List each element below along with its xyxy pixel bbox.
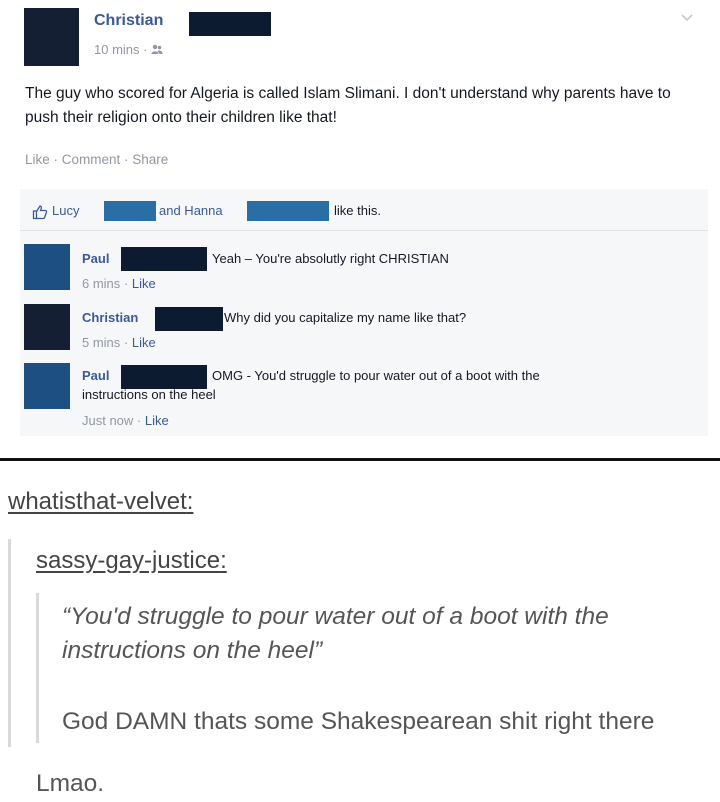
commenter-avatar[interactable]: [24, 363, 70, 409]
post-actions[interactable]: Like · Comment · Share: [25, 152, 168, 167]
likes-divider: [20, 230, 708, 231]
thumbs-up-icon: [32, 205, 48, 220]
comment-meta: Just now · Like: [82, 413, 169, 428]
op-comment: God DAMN thats some Shakespearean shit r…: [62, 708, 655, 735]
post-time[interactable]: 10 mins: [94, 42, 140, 57]
likes-suffix: like this.: [334, 203, 381, 218]
comments-panel: Lucy and Hanna like this. Paul Yeah – Yo…: [20, 189, 708, 436]
facebook-post: Christian 10 mins · The guy who scored f…: [0, 0, 720, 460]
comment-like-link[interactable]: Like: [132, 276, 156, 291]
comment-like-link[interactable]: Like: [132, 335, 156, 350]
reblog-comment: Lmao.: [36, 770, 105, 797]
post-text: The guy who scored for Algeria is called…: [25, 85, 671, 126]
redacted-surname: [121, 365, 207, 389]
colon: :: [186, 488, 194, 515]
reblogger-username[interactable]: whatisthat-velvet:: [8, 488, 193, 516]
redacted-surname: [189, 12, 271, 36]
redacted-surname: [121, 247, 207, 271]
comment-time[interactable]: 5 mins: [82, 335, 120, 350]
reblogger-link[interactable]: whatisthat-velvet: [8, 488, 187, 515]
liker-name-2[interactable]: and Hanna: [159, 203, 223, 218]
colon: :: [220, 547, 227, 574]
comment-like-link[interactable]: Like: [145, 413, 169, 428]
reblog-quote-bar: [8, 539, 11, 747]
commenter-name[interactable]: Paul: [82, 251, 109, 266]
liker-name-1[interactable]: Lucy: [52, 203, 79, 218]
redacted-surname: [155, 307, 223, 331]
nested-quote-bar: [36, 593, 39, 743]
comment-meta: 6 mins · Like: [82, 276, 156, 291]
commenter-name[interactable]: Paul: [82, 368, 109, 383]
post-meta: 10 mins ·: [94, 42, 163, 57]
comment-text: Why did you capitalize my name like that…: [224, 310, 467, 325]
author-avatar[interactable]: [24, 8, 79, 66]
quoted-text: “You'd struggle to pour water out of a b…: [62, 603, 609, 664]
redacted-liker-2: [247, 201, 329, 221]
comment-time[interactable]: Just now: [82, 413, 133, 428]
tumblr-reblog-thread: whatisthat-velvet: sassy-gay-justice: “Y…: [0, 461, 720, 802]
op-link[interactable]: sassy-gay-justice: [36, 547, 220, 574]
comment-text: Yeah – You're absolutly right CHRISTIAN: [212, 251, 449, 266]
commenter-avatar[interactable]: [24, 304, 70, 350]
chevron-down-icon[interactable]: [680, 10, 694, 24]
commenter-name[interactable]: Christian: [82, 310, 138, 325]
comment-meta: 5 mins · Like: [82, 335, 156, 350]
op-username[interactable]: sassy-gay-justice:: [36, 547, 227, 575]
redacted-liker-1: [104, 201, 156, 221]
comment-text: OMG - You'd struggle to pour water out o…: [212, 368, 540, 383]
friends-icon: [151, 44, 163, 54]
author-name[interactable]: Christian: [94, 12, 163, 30]
comment-text-continued: instructions on the heel: [82, 387, 216, 402]
comment-time[interactable]: 6 mins: [82, 276, 120, 291]
commenter-avatar[interactable]: [24, 244, 70, 290]
